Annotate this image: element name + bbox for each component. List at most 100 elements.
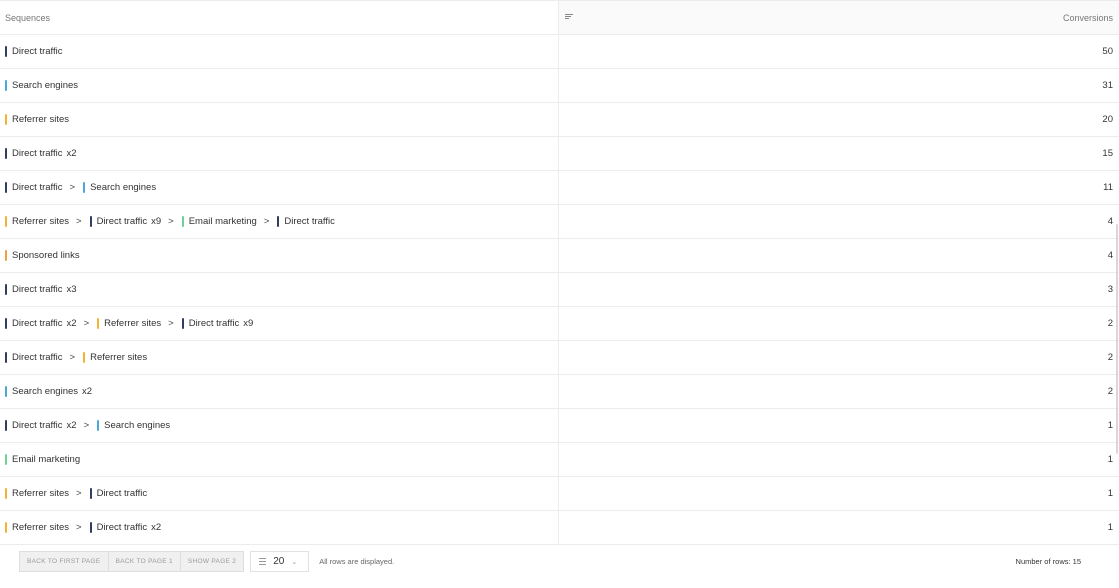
table-row[interactable]: Referrer sites > Direct traffic x2 1	[0, 511, 1119, 545]
table-row[interactable]: Referrer sites 20	[0, 103, 1119, 137]
channel-color-marker	[5, 522, 7, 533]
channel-color-marker	[97, 318, 100, 329]
sequences-column-header[interactable]: Sequences	[0, 1, 559, 34]
sequence-step: Referrer sites	[5, 114, 69, 125]
table-row[interactable]: Referrer sites > Direct traffic 1	[0, 477, 1119, 511]
sequence-cell: Search engines	[0, 69, 559, 102]
table-row[interactable]: Search engines 31	[0, 69, 1119, 103]
sequence-arrow: >	[168, 216, 174, 227]
channel-label: Direct traffic	[12, 284, 63, 295]
rows-per-page-select[interactable]: 20 ⌄	[250, 551, 310, 572]
conversions-cell: 1	[1107, 522, 1113, 533]
sequence-step: Direct traffic	[5, 182, 63, 193]
table-row[interactable]: Search engines x2 2	[0, 375, 1119, 409]
sequence-step: Direct traffic x2	[5, 148, 77, 159]
repeat-count: x2	[82, 386, 93, 397]
channel-label: Referrer sites	[12, 114, 70, 125]
scrollbar-thumb[interactable]	[1116, 224, 1118, 454]
table-row[interactable]: Direct traffic > Search engines 11	[0, 171, 1119, 205]
table-row[interactable]: Direct traffic x2 > Search engines 1	[0, 409, 1119, 443]
table-row[interactable]: Referrer sites > Direct traffic x9 > Email ma…	[0, 205, 1119, 239]
channel-label: Search engines	[12, 386, 79, 397]
sequence-cell: Direct traffic	[0, 35, 559, 68]
back-to-page-button[interactable]: BACK TO PAGE 1	[108, 552, 181, 571]
sequence-cell: Direct traffic x2 > Search engines	[0, 409, 559, 442]
sequence-cell: Search engines x2	[0, 375, 559, 408]
channel-color-marker	[89, 488, 92, 499]
sequence-cell: Direct traffic x2	[0, 137, 559, 170]
conversions-cell: 50	[1102, 46, 1113, 57]
channel-color-marker	[5, 386, 7, 397]
sequence-arrow: >	[76, 488, 82, 499]
sequence-cell: Direct traffic > Referrer sites	[0, 341, 559, 374]
repeat-count: x2	[66, 148, 77, 159]
table-row[interactable]: Direct traffic 50	[0, 35, 1119, 69]
table-row[interactable]: Direct traffic > Referrer sites 2	[0, 341, 1119, 375]
table-row[interactable]: Sponsored links 4	[0, 239, 1119, 273]
list-icon	[259, 558, 267, 565]
table-row[interactable]: Direct traffic x3 3	[0, 273, 1119, 307]
channel-color-marker	[5, 488, 7, 499]
sequence-step: Direct traffic x9	[89, 216, 161, 227]
channel-color-marker	[5, 420, 7, 431]
pagination: BACK TO FIRST PAGE BACK TO PAGE 1 SHOW P…	[19, 551, 245, 572]
sequence-step: Direct traffic x9	[181, 318, 253, 329]
sequence-step: Search engines x2	[5, 386, 92, 397]
sequence-step: Referrer sites	[5, 522, 69, 533]
channel-label: Referrer sites	[12, 216, 70, 227]
conversions-column-header[interactable]: Conversions	[559, 1, 1119, 34]
sequence-step: Direct traffic x2	[5, 318, 77, 329]
channel-color-marker	[5, 182, 7, 193]
conversions-cell: 1	[1107, 420, 1113, 431]
conversions-cell: 1	[1107, 454, 1113, 465]
channel-label: Referrer sites	[12, 522, 70, 533]
table-row[interactable]: Direct traffic x2 15	[0, 137, 1119, 171]
back-to-first-page-button[interactable]: BACK TO FIRST PAGE	[20, 552, 109, 571]
sequence-step: Direct traffic	[89, 488, 148, 499]
sequence-cell: Sponsored links	[0, 239, 559, 272]
channel-color-marker	[5, 454, 7, 465]
repeat-count: x2	[66, 318, 77, 329]
table-row[interactable]: Email marketing 1	[0, 443, 1119, 477]
sequence-cell: Referrer sites > Direct traffic	[0, 477, 559, 510]
sequence-cell: Email marketing	[0, 443, 559, 476]
show-next-page-button[interactable]: SHOW PAGE 2	[180, 552, 244, 571]
channel-label: Sponsored links	[12, 250, 80, 261]
channel-color-marker	[83, 182, 86, 193]
sequence-step: Direct traffic	[277, 216, 335, 227]
conversions-cell: 3	[1107, 284, 1113, 295]
sequence-step: Search engines	[97, 420, 170, 431]
channel-color-marker	[5, 216, 7, 227]
channel-color-marker	[181, 318, 184, 329]
channel-label: Direct traffic	[96, 522, 148, 533]
channel-label: Direct traffic	[188, 318, 240, 329]
sequence-cell: Direct traffic > Search engines	[0, 171, 559, 204]
sequence-arrow: >	[168, 318, 174, 329]
scrollbar[interactable]	[1115, 34, 1119, 544]
sequence-step: Search engines	[83, 182, 156, 193]
sequences-table: Sequences Conversions Direct traffic 50 Se…	[0, 0, 1119, 545]
table-header: Sequences Conversions	[0, 1, 1119, 35]
channel-label: Referrer sites	[12, 488, 70, 499]
channel-label: Direct traffic	[12, 352, 63, 363]
channel-label: Direct traffic	[12, 182, 63, 193]
channel-color-marker	[5, 114, 7, 125]
channel-color-marker	[5, 148, 7, 159]
sequence-arrow: >	[76, 216, 82, 227]
channel-label: Direct traffic	[96, 216, 148, 227]
sequence-cell: Direct traffic x3	[0, 273, 559, 306]
repeat-count: x2	[151, 522, 162, 533]
channel-label: Referrer sites	[90, 352, 148, 363]
sequence-step: Sponsored links	[5, 250, 80, 261]
repeat-count: x2	[66, 420, 77, 431]
channel-label: Direct traffic	[96, 488, 148, 499]
sort-icon[interactable]	[565, 14, 573, 19]
channel-label: Search engines	[104, 420, 171, 431]
channel-color-marker	[97, 420, 100, 431]
sequence-step: Direct traffic	[5, 352, 63, 363]
rows-displayed-note: All rows are displayed.	[319, 557, 395, 566]
table-row[interactable]: Direct traffic x2 > Referrer sites > Direct t…	[0, 307, 1119, 341]
channel-color-marker	[181, 216, 184, 227]
sequence-cell: Direct traffic x2 > Referrer sites > Direct t…	[0, 307, 559, 340]
sequence-step: Referrer sites	[97, 318, 161, 329]
